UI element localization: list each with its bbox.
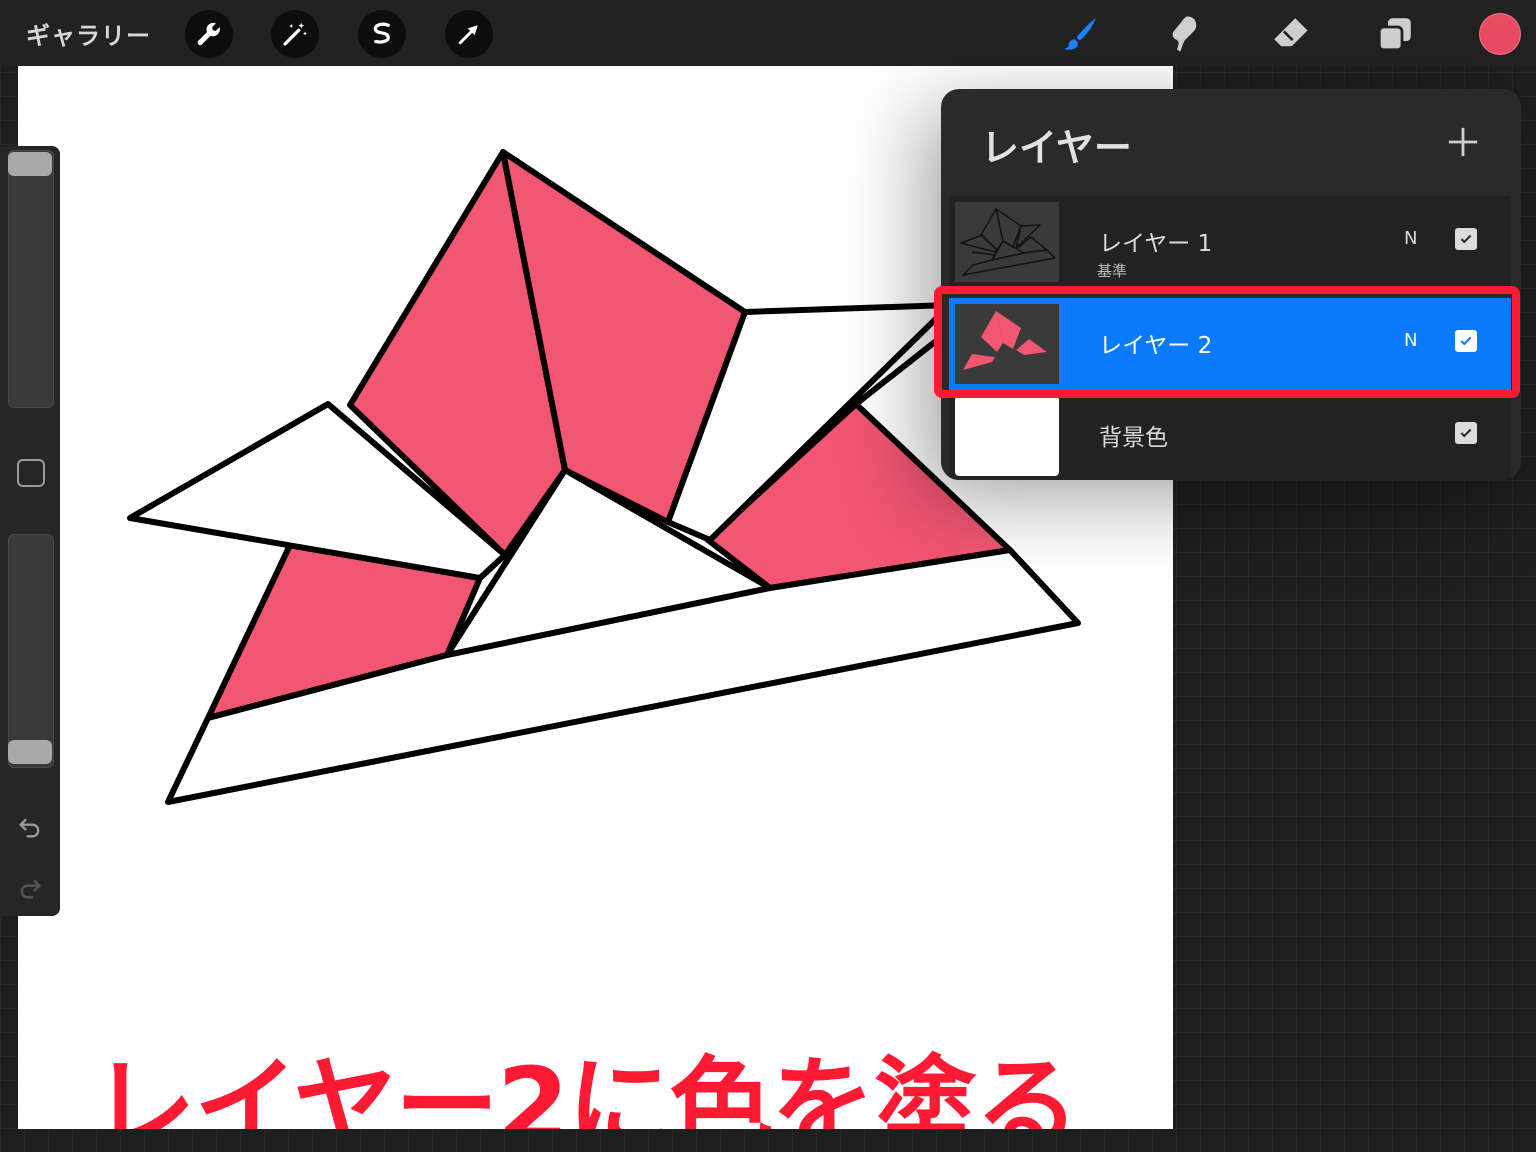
reference-label: 基準 xyxy=(1097,262,1128,280)
top-toolbar: ギャラリー xyxy=(0,0,1536,66)
layers-panel: レイヤー レイヤー 1 基準 N レイヤー 2 N 背景色 xyxy=(941,89,1521,480)
blend-mode-button[interactable]: N xyxy=(1404,228,1417,249)
opacity-handle[interactable] xyxy=(8,740,52,764)
layer-name: レイヤー 1 xyxy=(1099,231,1213,257)
layers-icon[interactable] xyxy=(1371,10,1419,58)
layer-thumbnail xyxy=(955,202,1059,282)
layer-name: 背景色 xyxy=(1099,425,1168,451)
visibility-checkbox[interactable] xyxy=(1455,422,1477,444)
magic-wand-icon[interactable] xyxy=(271,10,319,58)
brush-size-handle[interactable] xyxy=(8,152,52,176)
layer-thumbnail xyxy=(955,396,1059,476)
checkmark-icon xyxy=(1460,234,1472,244)
brush-size-slider[interactable] xyxy=(8,150,54,408)
brush-icon[interactable] xyxy=(1056,10,1104,58)
gallery-button[interactable]: ギャラリー xyxy=(26,16,151,51)
smudge-icon[interactable] xyxy=(1160,10,1208,58)
undo-icon[interactable] xyxy=(16,813,44,841)
highlight-frame xyxy=(934,286,1520,398)
transform-arrow-icon[interactable] xyxy=(445,10,493,58)
panel-title: レイヤー xyxy=(981,126,1132,170)
opacity-slider[interactable] xyxy=(8,534,54,768)
layer-row-background[interactable]: 背景色 xyxy=(949,390,1511,480)
left-sidebar xyxy=(0,146,60,916)
plus-icon[interactable] xyxy=(1446,125,1480,159)
eraser-icon[interactable] xyxy=(1266,10,1314,58)
redo-icon[interactable] xyxy=(16,874,44,902)
layer-row-1[interactable]: レイヤー 1 基準 N xyxy=(949,196,1511,288)
selection-icon[interactable] xyxy=(358,10,406,58)
color-picker-button[interactable] xyxy=(1479,13,1521,55)
checkmark-icon xyxy=(1460,428,1472,438)
instruction-caption: レイヤー2に色を塗る xyxy=(92,1045,1079,1129)
wrench-icon[interactable] xyxy=(185,10,233,58)
visibility-checkbox[interactable] xyxy=(1455,228,1477,250)
modify-button[interactable] xyxy=(17,459,45,487)
